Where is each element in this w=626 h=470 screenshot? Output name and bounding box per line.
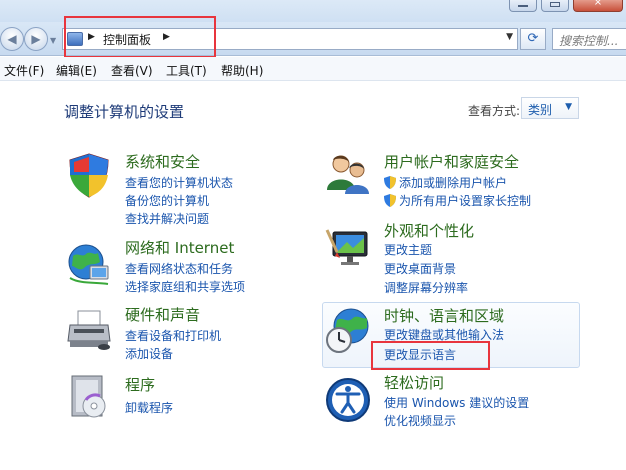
link-parental-controls-label: 为所有用户设置家长控制	[399, 194, 532, 208]
uac-shield-icon	[384, 194, 396, 207]
category-hardware-sound[interactable]: 硬件和声音	[125, 304, 200, 325]
link-recommended-settings[interactable]: 使用 Windows 建议的设置	[384, 394, 529, 411]
menu-tools[interactable]: 工具(T)	[166, 62, 207, 79]
link-devices-printers[interactable]: 查看设备和打印机	[125, 327, 221, 344]
close-icon: ×	[593, 0, 603, 8]
category-network-internet[interactable]: 网络和 Internet	[125, 237, 234, 258]
view-by-label: 查看方式:	[468, 104, 521, 118]
back-button[interactable]: ◀	[0, 27, 24, 51]
forward-button[interactable]: ▶	[24, 27, 48, 51]
menu-help[interactable]: 帮助(H)	[221, 62, 263, 79]
menu-view[interactable]: 查看(V)	[111, 62, 153, 79]
link-homegroup-sharing[interactable]: 选择家庭组和共享选项	[125, 278, 245, 295]
shield-icon[interactable]	[64, 150, 114, 200]
link-add-remove-accounts-label: 添加或删除用户帐户	[399, 176, 508, 190]
display-language-highlight	[371, 341, 490, 370]
close-button[interactable]: ×	[573, 0, 623, 12]
recent-pages-dropdown-icon[interactable]: ▼	[50, 36, 56, 45]
back-arrow-icon: ◀	[7, 32, 17, 46]
forward-arrow-icon: ▶	[31, 32, 41, 46]
link-uninstall-program[interactable]: 卸载程序	[125, 399, 173, 416]
maximize-icon	[550, 2, 560, 7]
breadcrumb-highlight	[64, 16, 216, 58]
uac-shield-icon	[384, 176, 396, 189]
view-by-select[interactable]: 类别 ▼	[521, 97, 579, 119]
menu-edit[interactable]: 编辑(E)	[56, 62, 97, 79]
category-user-accounts[interactable]: 用户帐户和家庭安全	[384, 151, 519, 172]
printer-icon[interactable]	[64, 305, 114, 355]
address-dropdown-icon[interactable]: ▼	[506, 32, 513, 42]
link-change-theme[interactable]: 更改主题	[384, 241, 432, 258]
link-adjust-resolution[interactable]: 调整屏幕分辨率	[384, 279, 468, 296]
link-backup-computer[interactable]: 备份您的计算机	[125, 192, 209, 209]
users-icon[interactable]	[323, 150, 373, 200]
paint-monitor-icon[interactable]	[323, 222, 373, 272]
category-programs[interactable]: 程序	[125, 374, 155, 395]
maximize-button[interactable]	[541, 0, 569, 12]
category-clock-language-region[interactable]: 时钟、语言和区域	[384, 305, 504, 326]
link-find-fix-problems[interactable]: 查找并解决问题	[125, 210, 209, 227]
category-ease-of-access[interactable]: 轻松访问	[384, 372, 444, 393]
link-parental-controls[interactable]: 为所有用户设置家长控制	[384, 192, 531, 209]
refresh-button[interactable]: ⟳	[520, 28, 546, 50]
link-add-device[interactable]: 添加设备	[125, 345, 173, 362]
clock-globe-icon[interactable]	[323, 306, 373, 356]
chevron-down-icon: ▼	[565, 102, 572, 112]
search-input[interactable]: 搜索控制...	[552, 28, 626, 50]
minimize-icon	[518, 5, 528, 7]
refresh-icon: ⟳	[527, 31, 539, 46]
minimize-button[interactable]	[509, 0, 537, 12]
link-optimize-video[interactable]: 优化视频显示	[384, 412, 456, 429]
link-change-desktop-background[interactable]: 更改桌面背景	[384, 260, 456, 277]
link-view-network-status[interactable]: 查看网络状态和任务	[125, 260, 233, 277]
network-globe-icon[interactable]	[64, 238, 114, 288]
page-title: 调整计算机的设置	[64, 103, 185, 121]
link-add-remove-accounts[interactable]: 添加或删除用户帐户	[384, 174, 507, 191]
programs-icon[interactable]	[64, 372, 114, 422]
category-appearance[interactable]: 外观和个性化	[384, 220, 474, 241]
ease-of-access-icon[interactable]	[323, 375, 373, 425]
menu-file[interactable]: 文件(F)	[4, 62, 44, 79]
category-system-security[interactable]: 系统和安全	[125, 151, 200, 172]
link-view-computer-status[interactable]: 查看您的计算机状态	[125, 174, 233, 191]
menu-bar: 文件(F) 编辑(E) 查看(V) 工具(T) 帮助(H)	[0, 57, 626, 81]
view-by-value: 类别	[528, 103, 553, 117]
